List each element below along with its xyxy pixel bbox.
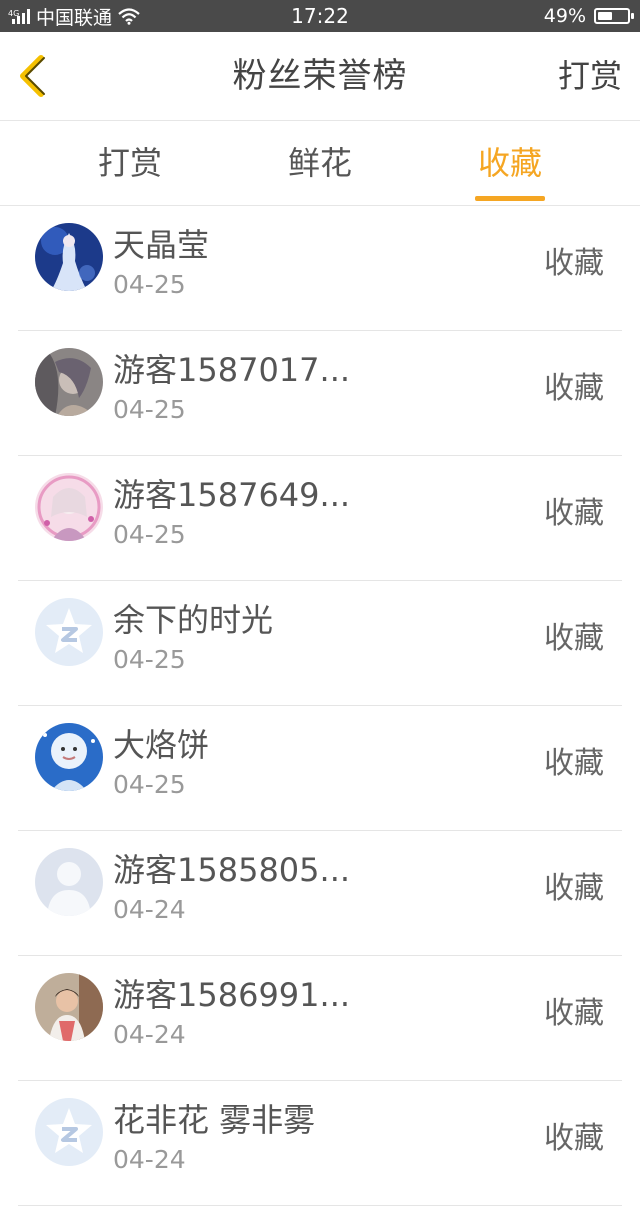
user-name: 游客1587649... (113, 476, 351, 514)
status-right: 49% (543, 0, 634, 32)
avatar (35, 473, 103, 541)
tab-bar: 打赏 鲜花 收藏 (0, 121, 640, 206)
user-name: 花非花 雾非雾 (113, 1101, 316, 1139)
list-item[interactable]: 花非花 雾非雾 04-24 收藏 (18, 1081, 622, 1206)
status-bar: 4G 中国联通 17:22 49% (0, 0, 640, 32)
page-title: 粉丝荣誉榜 (232, 56, 408, 96)
action-label: 收藏 (544, 871, 604, 906)
date-label: 04-25 (113, 395, 186, 424)
battery-icon (594, 8, 634, 24)
tab-favorites[interactable]: 收藏 (440, 121, 580, 205)
tab-label: 收藏 (477, 144, 542, 182)
list-item[interactable]: 天晶莹 04-25 收藏 (18, 206, 622, 331)
avatar (35, 1098, 103, 1166)
date-label: 04-24 (113, 1145, 186, 1174)
user-name: 游客1587017... (113, 351, 351, 389)
tab-label: 鲜花 (287, 144, 352, 182)
avatar (35, 848, 103, 916)
default-star-avatar-icon (35, 598, 103, 666)
action-label: 收藏 (544, 496, 604, 531)
reward-button[interactable]: 打赏 (558, 32, 622, 120)
avatar (35, 973, 103, 1041)
list-item[interactable]: 大烙饼 04-25 收藏 (18, 706, 622, 831)
tab-reward[interactable]: 打赏 (60, 121, 200, 205)
avatar (35, 598, 103, 666)
list-item[interactable]: 游客1587649... 04-25 收藏 (18, 456, 622, 581)
date-label: 04-25 (113, 270, 186, 299)
tab-flowers[interactable]: 鲜花 (250, 121, 390, 205)
fan-list: 天晶莹 04-25 收藏 游客1587017... 04-25 收藏 游客158… (0, 206, 640, 1206)
battery-fill (598, 12, 612, 20)
action-label: 收藏 (544, 746, 604, 781)
list-item[interactable]: 游客1585805... 04-24 收藏 (18, 831, 622, 956)
nav-header: 粉丝荣誉榜 打赏 (0, 32, 640, 121)
action-label: 收藏 (544, 371, 604, 406)
avatar (35, 723, 103, 791)
action-label: 收藏 (544, 246, 604, 281)
list-item[interactable]: 余下的时光 04-25 收藏 (18, 581, 622, 706)
date-label: 04-25 (113, 770, 186, 799)
user-name: 游客1586991... (113, 976, 351, 1014)
date-label: 04-25 (113, 645, 186, 674)
date-label: 04-25 (113, 520, 186, 549)
tab-active-indicator (475, 196, 545, 201)
action-label: 收藏 (544, 621, 604, 656)
avatar (35, 348, 103, 416)
default-person-avatar-icon (35, 848, 103, 916)
action-label: 收藏 (544, 1121, 604, 1156)
tab-label: 打赏 (97, 144, 162, 182)
user-name: 大烙饼 (113, 726, 210, 764)
date-label: 04-24 (113, 1020, 186, 1049)
avatar (35, 223, 103, 291)
user-name: 游客1585805... (113, 851, 351, 889)
user-name: 天晶莹 (113, 226, 210, 264)
list-item[interactable]: 游客1586991... 04-24 收藏 (18, 956, 622, 1081)
battery-percent: 49% (543, 5, 586, 27)
date-label: 04-24 (113, 895, 186, 924)
action-label: 收藏 (544, 996, 604, 1031)
default-star-avatar-icon (35, 1098, 103, 1166)
list-item[interactable]: 游客1587017... 04-25 收藏 (18, 331, 622, 456)
user-name: 余下的时光 (113, 601, 274, 639)
